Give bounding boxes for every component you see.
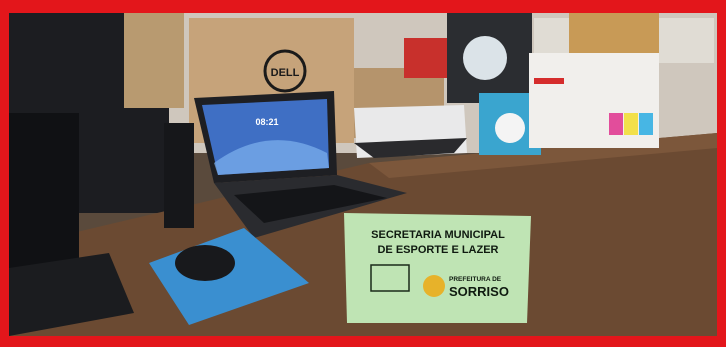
sign-logo-top: PREFEITURA DE [449,276,502,283]
shelf-wood [569,13,659,58]
ink-cyan [639,113,653,135]
dell-logo-text: DELL [271,67,300,79]
sign-logo-main: SORRISO [449,284,509,299]
laptop-clock: 08:21 [255,117,278,127]
sign-line-1: SECRETARIA MUNICIPAL [371,229,505,241]
mouse-icon [175,245,235,281]
red-frame-border: DELL 08:21 SECRETARIA MUNICIPAL DE ESPOR… [0,0,726,347]
sorriso-crest-icon [423,275,445,297]
cardboard-box-left [124,13,184,108]
office-equipment-photo: DELL 08:21 SECRETARIA MUNICIPAL DE ESPOR… [9,13,717,336]
mini-pc-icon [164,123,194,228]
ink-magenta [609,113,623,135]
router-box-graphic [463,36,507,80]
ink-yellow [624,113,638,135]
photo-scene: DELL 08:21 [9,13,717,336]
printer-red-tape [534,78,564,84]
red-box [404,38,454,78]
sign-line-2: DE ESPORTE E LAZER [377,244,499,256]
access-point-icon [495,113,525,143]
